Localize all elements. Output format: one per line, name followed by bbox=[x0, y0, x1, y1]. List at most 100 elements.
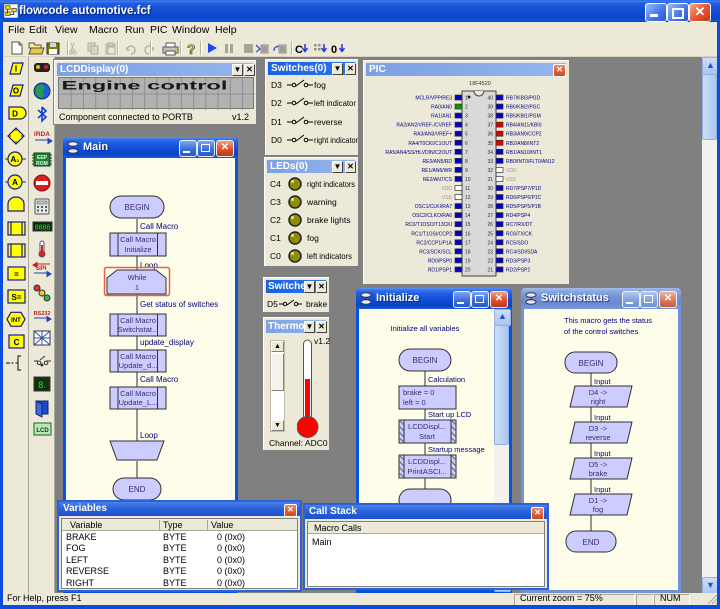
svg-text:I: I bbox=[15, 65, 17, 74]
svg-text:C4: C4 bbox=[270, 179, 281, 189]
svg-text:VDD: VDD bbox=[506, 168, 517, 174]
svg-text:of the control switches: of the control switches bbox=[564, 327, 638, 336]
svg-text:A: A bbox=[12, 178, 18, 187]
svg-text:RB1/AN10/INT1: RB1/AN10/INT1 bbox=[506, 150, 542, 156]
svg-text:RD3/PSP3: RD3/PSP3 bbox=[506, 258, 530, 264]
svg-text:OSC1/CLKI/RA7: OSC1/CLKI/RA7 bbox=[415, 204, 452, 210]
svg-text:BEGIN: BEGIN bbox=[413, 356, 438, 365]
svg-text:24: 24 bbox=[487, 240, 493, 246]
svg-text:38: 38 bbox=[487, 114, 493, 120]
svg-text:Call Macro: Call Macro bbox=[140, 375, 179, 384]
svg-text:D1: D1 bbox=[271, 117, 282, 127]
svg-text:18F4520: 18F4520 bbox=[469, 81, 491, 87]
svg-text:8888: 8888 bbox=[35, 225, 51, 232]
svg-text:RA3/AN3/VREF+: RA3/AN3/VREF+ bbox=[414, 132, 453, 138]
svg-text:C: C bbox=[14, 338, 20, 347]
svg-text:END: END bbox=[129, 485, 146, 494]
svg-text:RB7/KBI3/PGD: RB7/KBI3/PGD bbox=[506, 96, 541, 102]
svg-text:RC0/T1OSO/T13CKI: RC0/T1OSO/T13CKI bbox=[405, 222, 452, 228]
svg-text:=: = bbox=[14, 270, 19, 279]
svg-text:18: 18 bbox=[465, 249, 471, 255]
svg-text:8.: 8. bbox=[38, 380, 46, 390]
svg-text:Startup message: Startup message bbox=[428, 445, 485, 454]
svg-text:A₁: A₁ bbox=[10, 155, 20, 164]
svg-text:This macro gets the status: This macro gets the status bbox=[564, 316, 652, 325]
svg-text:Update_d...: Update_d... bbox=[119, 361, 158, 370]
svg-text:RD4/PSP4: RD4/PSP4 bbox=[506, 213, 530, 219]
svg-text:5: 5 bbox=[465, 132, 468, 138]
svg-text:12: 12 bbox=[465, 195, 471, 201]
svg-text:22: 22 bbox=[487, 258, 493, 264]
svg-text:19: 19 bbox=[465, 258, 471, 264]
svg-text:11: 11 bbox=[465, 186, 470, 192]
svg-text:right indicators: right indicators bbox=[307, 179, 355, 189]
svg-text:30: 30 bbox=[487, 186, 493, 192]
svg-text:PrintASCI...: PrintASCI... bbox=[407, 467, 446, 476]
svg-text:brake: brake bbox=[306, 299, 328, 309]
svg-text:RD0/PSP0: RD0/PSP0 bbox=[428, 258, 452, 264]
svg-text:While: While bbox=[128, 273, 147, 282]
svg-text:MCLR/VPP/RE3: MCLR/VPP/RE3 bbox=[415, 96, 452, 102]
svg-text:4: 4 bbox=[465, 123, 468, 129]
svg-text:7: 7 bbox=[465, 150, 468, 156]
svg-text:left indicators: left indicators bbox=[307, 251, 352, 261]
svg-text:brake: brake bbox=[589, 469, 608, 478]
svg-text:RC5/SDO: RC5/SDO bbox=[506, 240, 528, 246]
svg-text:fog: fog bbox=[593, 505, 603, 514]
svg-text:Input: Input bbox=[594, 449, 612, 458]
svg-text:D: D bbox=[12, 110, 18, 119]
svg-text:Engine control: Engine control bbox=[62, 81, 228, 93]
svg-text:29: 29 bbox=[487, 195, 493, 201]
svg-text:right indicator: right indicator bbox=[314, 135, 358, 145]
svg-text:Call Macro: Call Macro bbox=[140, 222, 179, 231]
svg-text:C2: C2 bbox=[270, 215, 281, 225]
svg-text:RC7/RX/DT: RC7/RX/DT bbox=[506, 222, 532, 228]
svg-text:C: C bbox=[295, 44, 303, 56]
svg-text:Get status of switches: Get status of switches bbox=[140, 300, 218, 309]
svg-text:Initialize: Initialize bbox=[124, 245, 151, 254]
svg-text:28: 28 bbox=[487, 204, 493, 210]
svg-text:C0: C0 bbox=[270, 251, 281, 261]
svg-text:34: 34 bbox=[487, 150, 493, 156]
svg-text:D3: D3 bbox=[271, 80, 282, 90]
svg-text:Call Macro: Call Macro bbox=[120, 389, 156, 398]
svg-text:1: 1 bbox=[465, 96, 468, 102]
svg-text:C3: C3 bbox=[270, 197, 281, 207]
svg-text:brake = 0: brake = 0 bbox=[403, 388, 434, 397]
svg-text:17: 17 bbox=[465, 240, 471, 246]
svg-text:D5: D5 bbox=[267, 299, 278, 309]
svg-text:Start: Start bbox=[419, 432, 436, 441]
svg-text:25: 25 bbox=[487, 231, 493, 237]
svg-text:33: 33 bbox=[487, 159, 493, 165]
svg-text:23: 23 bbox=[487, 249, 493, 255]
svg-text:reverse: reverse bbox=[585, 433, 610, 442]
svg-text:RE1/AN6/WR: RE1/AN6/WR bbox=[421, 168, 452, 174]
svg-text:31: 31 bbox=[487, 177, 493, 183]
svg-text:update_display: update_display bbox=[140, 338, 194, 347]
svg-text:ROM: ROM bbox=[36, 161, 48, 167]
svg-text:END: END bbox=[583, 538, 600, 547]
svg-text:8: 8 bbox=[465, 159, 468, 165]
svg-text:right: right bbox=[591, 397, 607, 406]
svg-text:9: 9 bbox=[465, 168, 468, 174]
svg-text:27: 27 bbox=[487, 213, 493, 219]
svg-text:RD1/PSP1: RD1/PSP1 bbox=[428, 267, 452, 273]
svg-text:1: 1 bbox=[135, 283, 139, 292]
svg-text:16: 16 bbox=[465, 231, 471, 237]
svg-text:2: 2 bbox=[465, 105, 468, 111]
svg-text:13: 13 bbox=[465, 204, 471, 210]
svg-text:D3 ->: D3 -> bbox=[589, 424, 608, 433]
svg-text:RS232: RS232 bbox=[34, 311, 51, 317]
svg-text:37: 37 bbox=[487, 123, 493, 129]
svg-text:warning: warning bbox=[306, 197, 337, 207]
svg-text:BEGIN: BEGIN bbox=[579, 359, 604, 368]
svg-text:Call Macro: Call Macro bbox=[120, 235, 156, 244]
svg-text:Input: Input bbox=[594, 413, 612, 422]
svg-text:fog: fog bbox=[307, 233, 319, 243]
svg-text:0: 0 bbox=[331, 44, 337, 56]
svg-text:VSS: VSS bbox=[442, 195, 453, 201]
svg-text:32: 32 bbox=[487, 168, 493, 174]
svg-text:6: 6 bbox=[465, 141, 468, 147]
svg-text:O: O bbox=[13, 87, 19, 96]
svg-text:fog: fog bbox=[314, 80, 326, 90]
